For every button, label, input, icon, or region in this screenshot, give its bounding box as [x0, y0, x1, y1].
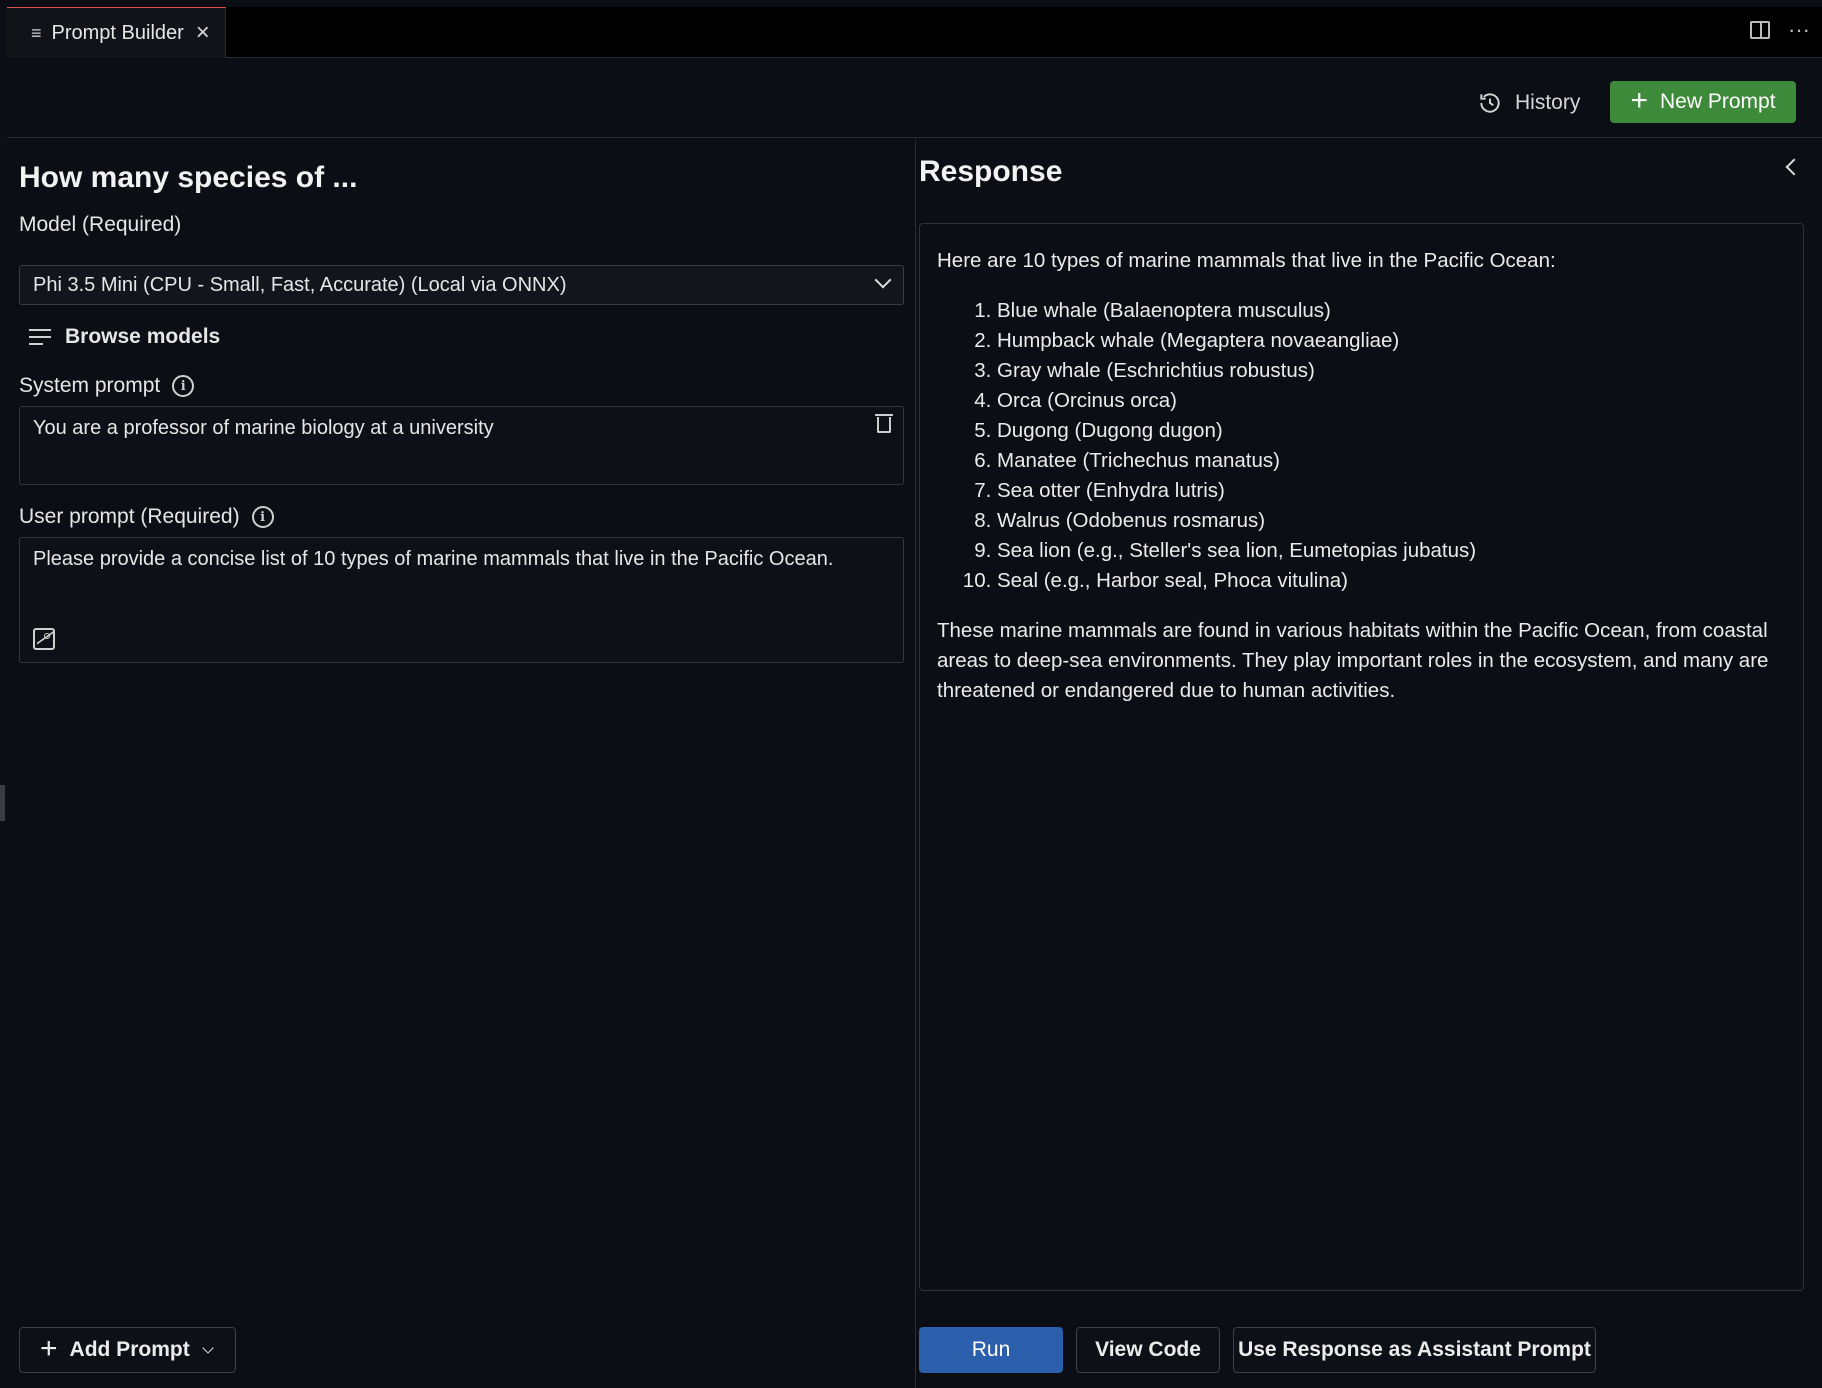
- response-content: Here are 10 types of marine mammals that…: [919, 223, 1804, 1291]
- close-icon[interactable]: ×: [196, 21, 210, 45]
- browse-models-button[interactable]: Browse models: [29, 317, 220, 357]
- response-list: Blue whale (Balaenoptera musculus) Humpb…: [937, 296, 1786, 596]
- tab-prompt-builder[interactable]: ≡ Prompt Builder ×: [7, 7, 226, 58]
- list-item: Dugong (Dugong dugon): [997, 416, 1786, 446]
- info-icon[interactable]: i: [251, 506, 274, 528]
- list-item: Seal (e.g., Harbor seal, Phoca vitulina): [997, 566, 1786, 596]
- menu-icon: [29, 329, 51, 345]
- user-prompt-field[interactable]: Please provide a concise list of 10 type…: [19, 537, 904, 663]
- response-title: Response: [919, 155, 1063, 188]
- list-item: Blue whale (Balaenoptera musculus): [997, 296, 1786, 326]
- scroll-indicator: [0, 785, 5, 821]
- response-conclusion: These marine mammals are found in variou…: [937, 619, 1769, 702]
- list-item: Walrus (Odobenus rosmarus): [997, 506, 1786, 536]
- chevron-down-icon: [202, 1342, 214, 1354]
- system-prompt-field[interactable]: You are a professor of marine biology at…: [19, 406, 904, 485]
- system-prompt-label-text: System prompt: [19, 374, 161, 397]
- tab-label: Prompt Builder: [51, 21, 184, 44]
- user-prompt-value: Please provide a concise list of 10 type…: [33, 548, 834, 570]
- list-icon: ≡: [31, 22, 42, 43]
- list-item: Orca (Orcinus orca): [997, 386, 1786, 416]
- view-code-button[interactable]: View Code: [1076, 1327, 1220, 1373]
- toolbar: History + New Prompt: [7, 59, 1822, 138]
- image-icon[interactable]: [33, 628, 55, 650]
- tabbar-actions: ···: [1750, 17, 1810, 43]
- prompt-builder-window: ≡ Prompt Builder × ··· History + New Pro…: [7, 7, 1822, 1388]
- history-button[interactable]: History: [1477, 83, 1580, 123]
- response-intro: Here are 10 types of marine mammals that…: [937, 249, 1556, 272]
- chevron-left-icon[interactable]: [1785, 158, 1803, 176]
- add-prompt-button[interactable]: + Add Prompt: [19, 1327, 236, 1373]
- model-label: Model (Required): [19, 213, 181, 237]
- chevron-down-icon: [874, 271, 892, 289]
- user-prompt-label-text: User prompt (Required): [19, 505, 240, 528]
- more-actions-icon[interactable]: ···: [1788, 17, 1810, 43]
- response-panel: Response Here are 10 types of marine mam…: [917, 139, 1822, 1388]
- info-icon[interactable]: i: [172, 375, 195, 397]
- new-prompt-label: New Prompt: [1660, 90, 1776, 113]
- history-icon: [1480, 93, 1500, 113]
- use-response-button[interactable]: Use Response as Assistant Prompt: [1233, 1327, 1596, 1373]
- trash-icon[interactable]: [875, 414, 893, 433]
- user-prompt-label: User prompt (Required) i: [19, 505, 274, 529]
- plus-icon: +: [40, 1331, 58, 1365]
- prompt-panel: How many species of ... Model (Required)…: [7, 139, 916, 1388]
- tab-bar: ≡ Prompt Builder × ···: [7, 7, 1822, 58]
- run-button[interactable]: Run: [919, 1327, 1063, 1373]
- list-item: Manatee (Trichechus manatus): [997, 446, 1786, 476]
- history-label: History: [1515, 91, 1581, 114]
- split-editor-icon[interactable]: [1750, 21, 1771, 39]
- system-prompt-value: You are a professor of marine biology at…: [33, 417, 494, 439]
- plus-icon: +: [1630, 83, 1648, 117]
- browse-models-label: Browse models: [65, 325, 221, 348]
- prompt-title: How many species of ...: [19, 161, 358, 194]
- list-item: Sea otter (Enhydra lutris): [997, 476, 1786, 506]
- list-item: Sea lion (e.g., Steller's sea lion, Eume…: [997, 536, 1786, 566]
- add-prompt-label: Add Prompt: [69, 1338, 190, 1361]
- model-select-value: Phi 3.5 Mini (CPU - Small, Fast, Accurat…: [33, 273, 567, 296]
- model-label-text: Model (Required): [19, 213, 182, 236]
- list-item: Gray whale (Eschrichtius robustus): [997, 356, 1786, 386]
- list-item: Humpback whale (Megaptera novaeangliae): [997, 326, 1786, 356]
- new-prompt-button[interactable]: + New Prompt: [1610, 81, 1796, 123]
- system-prompt-label: System prompt i: [19, 374, 195, 398]
- model-select[interactable]: Phi 3.5 Mini (CPU - Small, Fast, Accurat…: [19, 265, 904, 305]
